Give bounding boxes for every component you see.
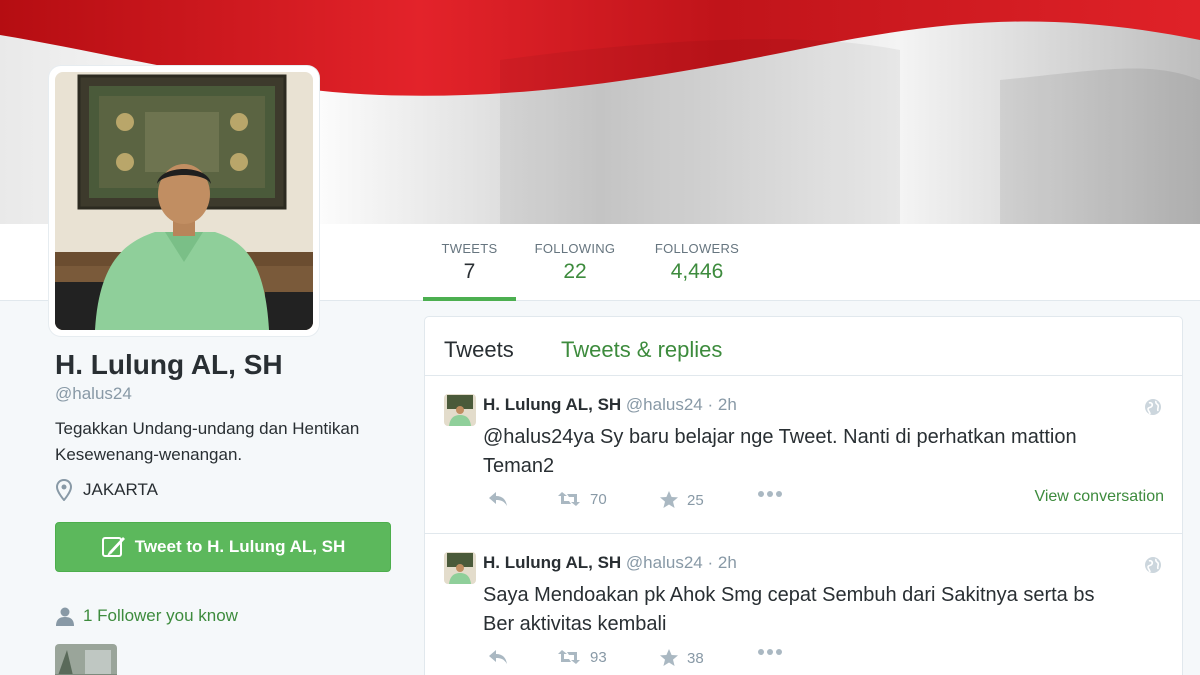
tweet-avatar[interactable]	[444, 394, 476, 426]
tweet-item[interactable]: H. Lulung AL, SH @halus24 · 2h Saya Mend…	[425, 534, 1182, 675]
profile-handle[interactable]: @halus24	[55, 384, 132, 404]
profile-bio: Tegakkan Undang-undang dan Hentikan Kese…	[55, 419, 360, 464]
tweet-to-button[interactable]: Tweet to H. Lulung AL, SH	[55, 522, 391, 572]
retweet-button[interactable]: 93	[556, 648, 607, 666]
stat-following-value: 22	[563, 260, 587, 283]
retweet-icon	[558, 650, 580, 664]
tweet-actions: 93 38	[483, 648, 1163, 672]
stat-following[interactable]: FOLLOWING 22	[527, 224, 623, 301]
stat-followers[interactable]: FOLLOWERS 4,446	[647, 224, 747, 301]
profile-avatar[interactable]	[49, 66, 319, 336]
avatar-photo	[55, 72, 313, 330]
retweet-icon	[558, 492, 580, 506]
follower-avatar[interactable]	[55, 644, 117, 675]
tweet-author-name[interactable]: H. Lulung AL, SH	[483, 553, 621, 572]
star-icon	[660, 649, 678, 666]
tweet-avatar[interactable]	[444, 552, 476, 584]
star-icon	[660, 491, 678, 508]
location-text: JAKARTA	[83, 480, 158, 499]
more-dots-icon	[758, 649, 782, 655]
tweet-author-handle[interactable]: @halus24	[626, 553, 703, 572]
like-count: 38	[687, 649, 704, 667]
tweet-author-handle[interactable]: @halus24	[626, 395, 703, 414]
more-button[interactable]	[757, 648, 783, 656]
retweet-button[interactable]: 70	[556, 490, 607, 508]
like-count: 25	[687, 491, 704, 509]
tweet-avatar-photo	[444, 394, 476, 426]
stat-followers-label: FOLLOWERS	[654, 241, 740, 256]
profile-location: JAKARTA	[55, 479, 158, 501]
quill-icon	[101, 537, 125, 557]
like-button[interactable]: 25	[659, 490, 704, 510]
reply-button[interactable]	[487, 490, 509, 508]
followers-you-know[interactable]: 1 Follower you know	[55, 606, 238, 626]
globe-icon[interactable]	[1144, 398, 1162, 416]
followers-you-know-label: 1 Follower you know	[83, 606, 238, 625]
person-icon	[56, 607, 74, 626]
tweet-avatar-photo	[444, 552, 476, 584]
reply-icon	[489, 492, 507, 506]
more-dots-icon	[758, 491, 782, 497]
tweet-dot: ·	[707, 395, 714, 414]
timeline-panel: Tweets Tweets & replies H. Lulung AL, SH…	[424, 316, 1183, 675]
tweet-item[interactable]: H. Lulung AL, SH @halus24 · 2h @halus24y…	[425, 376, 1182, 534]
tweet-to-label: Tweet to H. Lulung AL, SH	[134, 537, 346, 556]
stat-tweets-value: 7	[463, 260, 476, 283]
tweet-author-name[interactable]: H. Lulung AL, SH	[483, 395, 621, 414]
reply-button[interactable]	[487, 648, 509, 666]
tab-tweets-and-replies[interactable]: Tweets & replies	[561, 337, 722, 363]
tweet-timestamp[interactable]: 2h	[718, 395, 737, 414]
retweet-count: 93	[590, 648, 607, 666]
stat-tweets[interactable]: TWEETS 7	[423, 224, 516, 301]
timeline-tabs: Tweets Tweets & replies	[425, 317, 1182, 376]
reply-icon	[489, 650, 507, 664]
stat-followers-value: 4,446	[670, 260, 724, 283]
retweet-count: 70	[590, 490, 607, 508]
tweet-text: Saya Mendoakan pk Ahok Smg cepat Sembuh …	[483, 584, 1095, 635]
location-pin-icon	[55, 479, 73, 501]
view-conversation-link[interactable]: View conversation	[1034, 488, 1164, 506]
globe-icon[interactable]	[1144, 556, 1162, 574]
stat-following-label: FOLLOWING	[534, 241, 616, 256]
stat-tweets-label: TWEETS	[441, 241, 498, 256]
more-button[interactable]	[757, 490, 783, 498]
tweet-header: H. Lulung AL, SH @halus24 · 2h	[483, 395, 737, 415]
tweet-dot: ·	[707, 553, 714, 572]
follower-avatar-photo	[55, 644, 117, 675]
tweet-header: H. Lulung AL, SH @halus24 · 2h	[483, 553, 737, 573]
tweet-text: @halus24ya Sy baru belajar nge Tweet. Na…	[483, 426, 1077, 477]
like-button[interactable]: 38	[659, 648, 704, 668]
tweet-timestamp[interactable]: 2h	[718, 553, 737, 572]
tab-tweets[interactable]: Tweets	[444, 337, 514, 363]
profile-name[interactable]: H. Lulung AL, SH	[55, 349, 283, 381]
